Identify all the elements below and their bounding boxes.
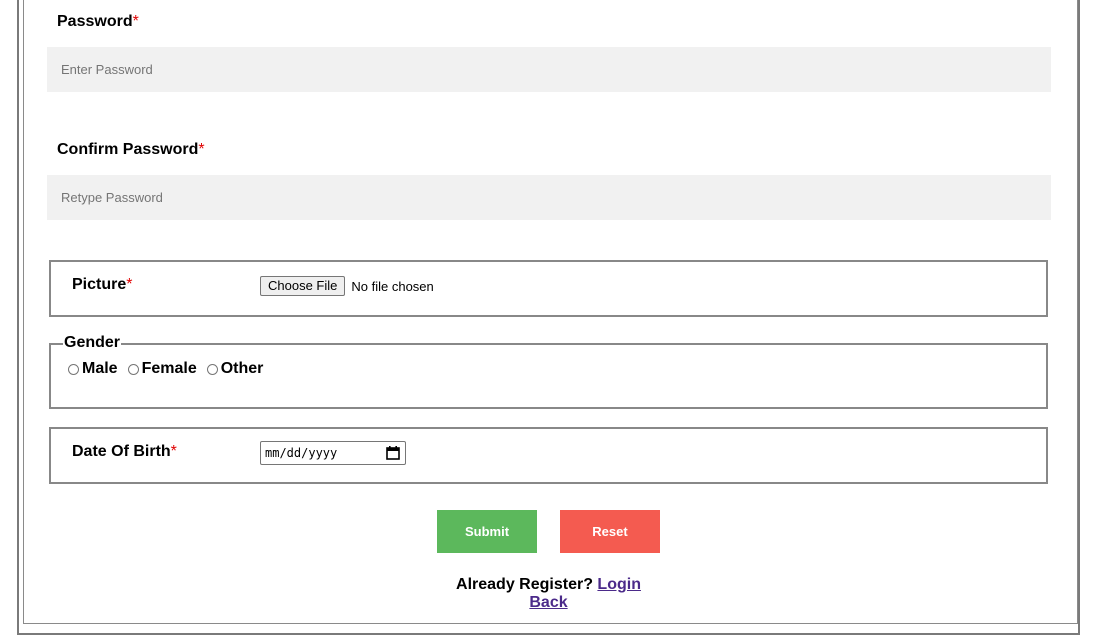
gender-male-label[interactable]: Male <box>82 360 118 378</box>
password-input[interactable] <box>47 47 1051 92</box>
gender-female-radio[interactable] <box>127 363 139 375</box>
dob-label: Date Of Birth* <box>72 443 177 461</box>
file-status-text: No file chosen <box>351 278 434 294</box>
already-register-line: Already Register? Login <box>0 576 1097 594</box>
required-marker: * <box>198 141 205 158</box>
submit-button[interactable]: Submit <box>437 510 537 553</box>
gender-other-radio[interactable] <box>206 363 218 375</box>
password-label-text: Password <box>57 13 133 30</box>
required-marker: * <box>126 276 133 293</box>
gender-female-label[interactable]: Female <box>142 360 197 378</box>
password-label: Password* <box>57 13 139 31</box>
required-marker: * <box>132 13 139 30</box>
choose-file-button[interactable]: Choose File <box>260 276 346 296</box>
back-link[interactable]: Back <box>529 594 567 611</box>
reset-button[interactable]: Reset <box>560 510 660 553</box>
picture-file-input[interactable]: Choose File No file chosen <box>260 276 434 296</box>
dob-box <box>49 427 1048 484</box>
confirm-password-label: Confirm Password* <box>57 141 205 159</box>
login-link[interactable]: Login <box>597 576 641 593</box>
already-register-text: Already Register? <box>456 576 593 593</box>
dob-placeholder: mm/dd/yyyy <box>265 446 338 460</box>
required-marker: * <box>170 443 177 460</box>
confirm-password-input[interactable] <box>47 175 1051 220</box>
picture-box <box>49 260 1048 317</box>
picture-label-text: Picture <box>72 276 127 293</box>
form-outer-frame <box>17 0 1080 635</box>
gender-other-label[interactable]: Other <box>221 360 264 378</box>
dob-label-text: Date Of Birth <box>72 443 171 460</box>
confirm-password-label-text: Confirm Password <box>57 141 199 158</box>
calendar-icon[interactable] <box>385 445 401 461</box>
picture-label: Picture* <box>72 276 132 294</box>
gender-male-radio[interactable] <box>68 363 79 375</box>
dob-date-input[interactable]: mm/dd/yyyy <box>260 441 406 465</box>
back-line: Back <box>0 594 1097 612</box>
gender-legend: Gender <box>63 334 122 352</box>
gender-options: Male Female Other <box>68 360 273 378</box>
